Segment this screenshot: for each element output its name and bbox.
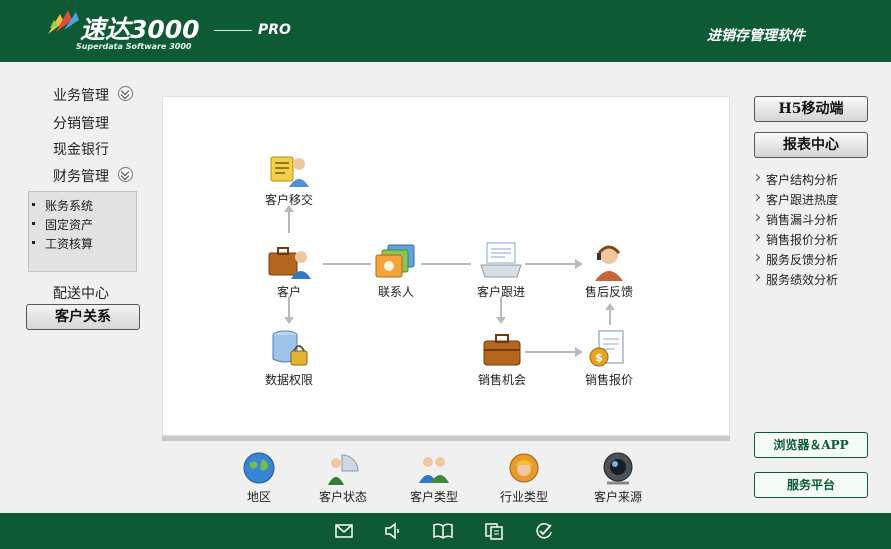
customer-transfer-icon (270, 156, 309, 187)
notes-icon[interactable] (484, 522, 504, 540)
submenu-item-fixed-assets[interactable]: 固定资产 (31, 216, 93, 233)
header-tagline: 进销存管理软件 (707, 28, 805, 44)
sidebar-item-business[interactable]: 业务管理 (53, 85, 109, 105)
flow-arrow (288, 297, 290, 319)
app-header: 速达3000 Superdata Software 3000 PRO 进销存管理… (0, 0, 891, 62)
flow-node-permission[interactable]: 数据权限 (249, 329, 329, 388)
report-link[interactable]: 服务反馈分析 (766, 251, 838, 268)
category-source[interactable]: 客户来源 (578, 451, 658, 505)
browser-app-button[interactable]: 浏览器＆APP (754, 432, 868, 458)
flow-node-quote[interactable]: $ 销售报价 (569, 329, 649, 388)
followup-document-icon (480, 242, 522, 278)
report-center-button[interactable]: 报表中心 (754, 132, 868, 158)
briefcase-icon (483, 334, 521, 366)
node-label: 客户 (276, 285, 301, 299)
category-strip: 地区 客户状态 客户类型 行业类型 客户来源 (162, 441, 730, 513)
flow-node-aftersale[interactable]: 售后反馈 (569, 241, 649, 300)
category-region[interactable]: 地区 (219, 451, 299, 505)
left-sidebar: 业务管理 分销管理 现金银行 财务管理 账务系统 固定资产 工资核算 配送中心 … (0, 62, 160, 513)
users-group-icon (419, 457, 449, 483)
category-label: 行业类型 (499, 490, 548, 504)
chevron-down-icon[interactable] (118, 86, 133, 101)
sidebar-item-distribution[interactable]: 分销管理 (53, 113, 109, 133)
finance-submenu: 账务系统 固定资产 工资核算 (28, 191, 137, 272)
category-type[interactable]: 客户类型 (394, 451, 474, 505)
flow-node-customer-transfer[interactable]: 客户移交 (249, 149, 329, 208)
logo-icon (48, 10, 79, 34)
node-label: 客户移交 (264, 193, 313, 207)
sidebar-item-finance[interactable]: 财务管理 (53, 166, 109, 186)
header-divider (214, 30, 252, 31)
globe-icon (243, 452, 275, 484)
submenu-item-payroll[interactable]: 工资核算 (31, 235, 93, 252)
category-status[interactable]: 客户状态 (303, 451, 383, 505)
report-link[interactable]: 客户跟进热度 (766, 191, 838, 208)
check-icon[interactable] (534, 522, 554, 540)
svg-text:$: $ (595, 351, 603, 364)
flow-node-followup[interactable]: 客户跟进 (461, 241, 541, 300)
speaker-icon[interactable] (384, 522, 404, 540)
report-link[interactable]: 服务绩效分析 (766, 271, 838, 288)
h5-mobile-button[interactable]: H5移动端 (754, 96, 868, 122)
app-subtitle: Superdata Software 3000 (76, 42, 192, 51)
flow-node-customer[interactable]: 客户 (249, 241, 329, 300)
contact-cards-icon (375, 244, 415, 278)
customer-briefcase-icon (268, 247, 311, 279)
category-label: 客户类型 (409, 490, 458, 504)
app-footer (0, 513, 891, 549)
database-lock-icon (272, 330, 308, 366)
sidebar-item-delivery[interactable]: 配送中心 (53, 283, 109, 303)
customer-chart-icon (328, 454, 359, 485)
category-label: 客户状态 (318, 490, 367, 504)
node-label: 销售机会 (477, 373, 526, 387)
node-label: 联系人 (377, 285, 414, 299)
arrowhead-icon (496, 317, 506, 324)
industry-worker-icon (509, 453, 539, 483)
app-edition: PRO (258, 22, 291, 38)
node-label: 售后反馈 (584, 285, 633, 299)
chevron-down-icon[interactable] (118, 167, 133, 182)
support-agent-icon (595, 245, 623, 281)
report-link[interactable]: 销售报价分析 (766, 231, 838, 248)
category-label: 地区 (246, 490, 271, 504)
sidebar-item-crm-active[interactable]: 客户关系 (26, 304, 140, 330)
service-platform-button[interactable]: 服务平台 (754, 472, 868, 498)
webcam-icon (603, 452, 633, 485)
arrowhead-icon (284, 317, 294, 324)
arrowhead-icon (605, 303, 615, 310)
price-document-icon: $ (589, 330, 624, 367)
flow-arrow (500, 297, 502, 319)
report-link[interactable]: 客户结构分析 (766, 171, 838, 188)
submenu-item-accounting[interactable]: 账务系统 (31, 197, 93, 214)
category-label: 客户来源 (593, 490, 642, 504)
flow-node-contact[interactable]: 联系人 (356, 241, 436, 300)
category-industry[interactable]: 行业类型 (484, 451, 564, 505)
flow-arrow (288, 209, 290, 233)
book-icon[interactable] (433, 522, 453, 540)
mail-icon[interactable] (334, 522, 354, 540)
node-label: 客户跟进 (476, 285, 525, 299)
sidebar-item-cash-bank[interactable]: 现金银行 (53, 139, 109, 159)
report-link[interactable]: 销售漏斗分析 (766, 211, 838, 228)
node-label: 数据权限 (264, 373, 313, 387)
workflow-panel: 客户移交 客户 联系人 客户跟进 售后反馈 数据权限 销售机会 $ 销售报价 (162, 96, 730, 436)
node-label: 销售报价 (584, 373, 633, 387)
flow-node-opportunity[interactable]: 销售机会 (462, 329, 542, 388)
app-name: 速达3000 (80, 15, 200, 44)
